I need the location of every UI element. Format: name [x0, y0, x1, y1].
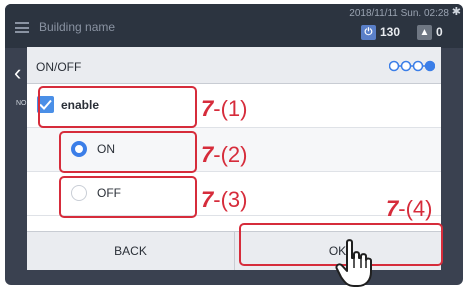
building-name: Building name [39, 20, 116, 34]
gear-icon[interactable]: ✱ [452, 5, 461, 18]
dialog-title-bar: ON/OFF [27, 47, 441, 84]
power-count: 130 [380, 25, 401, 39]
datetime-label: 2018/11/11 Sun. 02:28 [349, 8, 449, 19]
annotation-box-2 [59, 131, 197, 173]
background-label: NO [16, 100, 27, 107]
hand-pointer-icon [335, 239, 372, 287]
alarm-status-badge: ▲ 0 [417, 24, 443, 40]
power-icon: ⏻ [361, 24, 376, 40]
power-status-badge: ⏻ 130 [361, 24, 400, 40]
annotation-label-2: 7-(2) [201, 142, 248, 167]
menu-icon[interactable] [15, 22, 29, 33]
step-progress-icon [389, 60, 435, 72]
annotation-label-1: 7-(1) [201, 96, 248, 121]
annotation-label-4: 7-(4) [386, 196, 433, 221]
annotation-box-3 [59, 176, 197, 218]
back-button[interactable]: BACK [27, 232, 235, 270]
annotation-box-1 [38, 86, 197, 128]
alarm-icon: ▲ [417, 24, 432, 40]
annotation-label-3: 7-(3) [201, 187, 248, 212]
alarm-count: 0 [436, 25, 443, 39]
dialog-title: ON/OFF [36, 60, 82, 74]
top-header: Building name 2018/11/11 Sun. 02:28 ✱ ⏻ … [5, 4, 463, 48]
chevron-left-icon[interactable]: ‹ [14, 60, 21, 86]
